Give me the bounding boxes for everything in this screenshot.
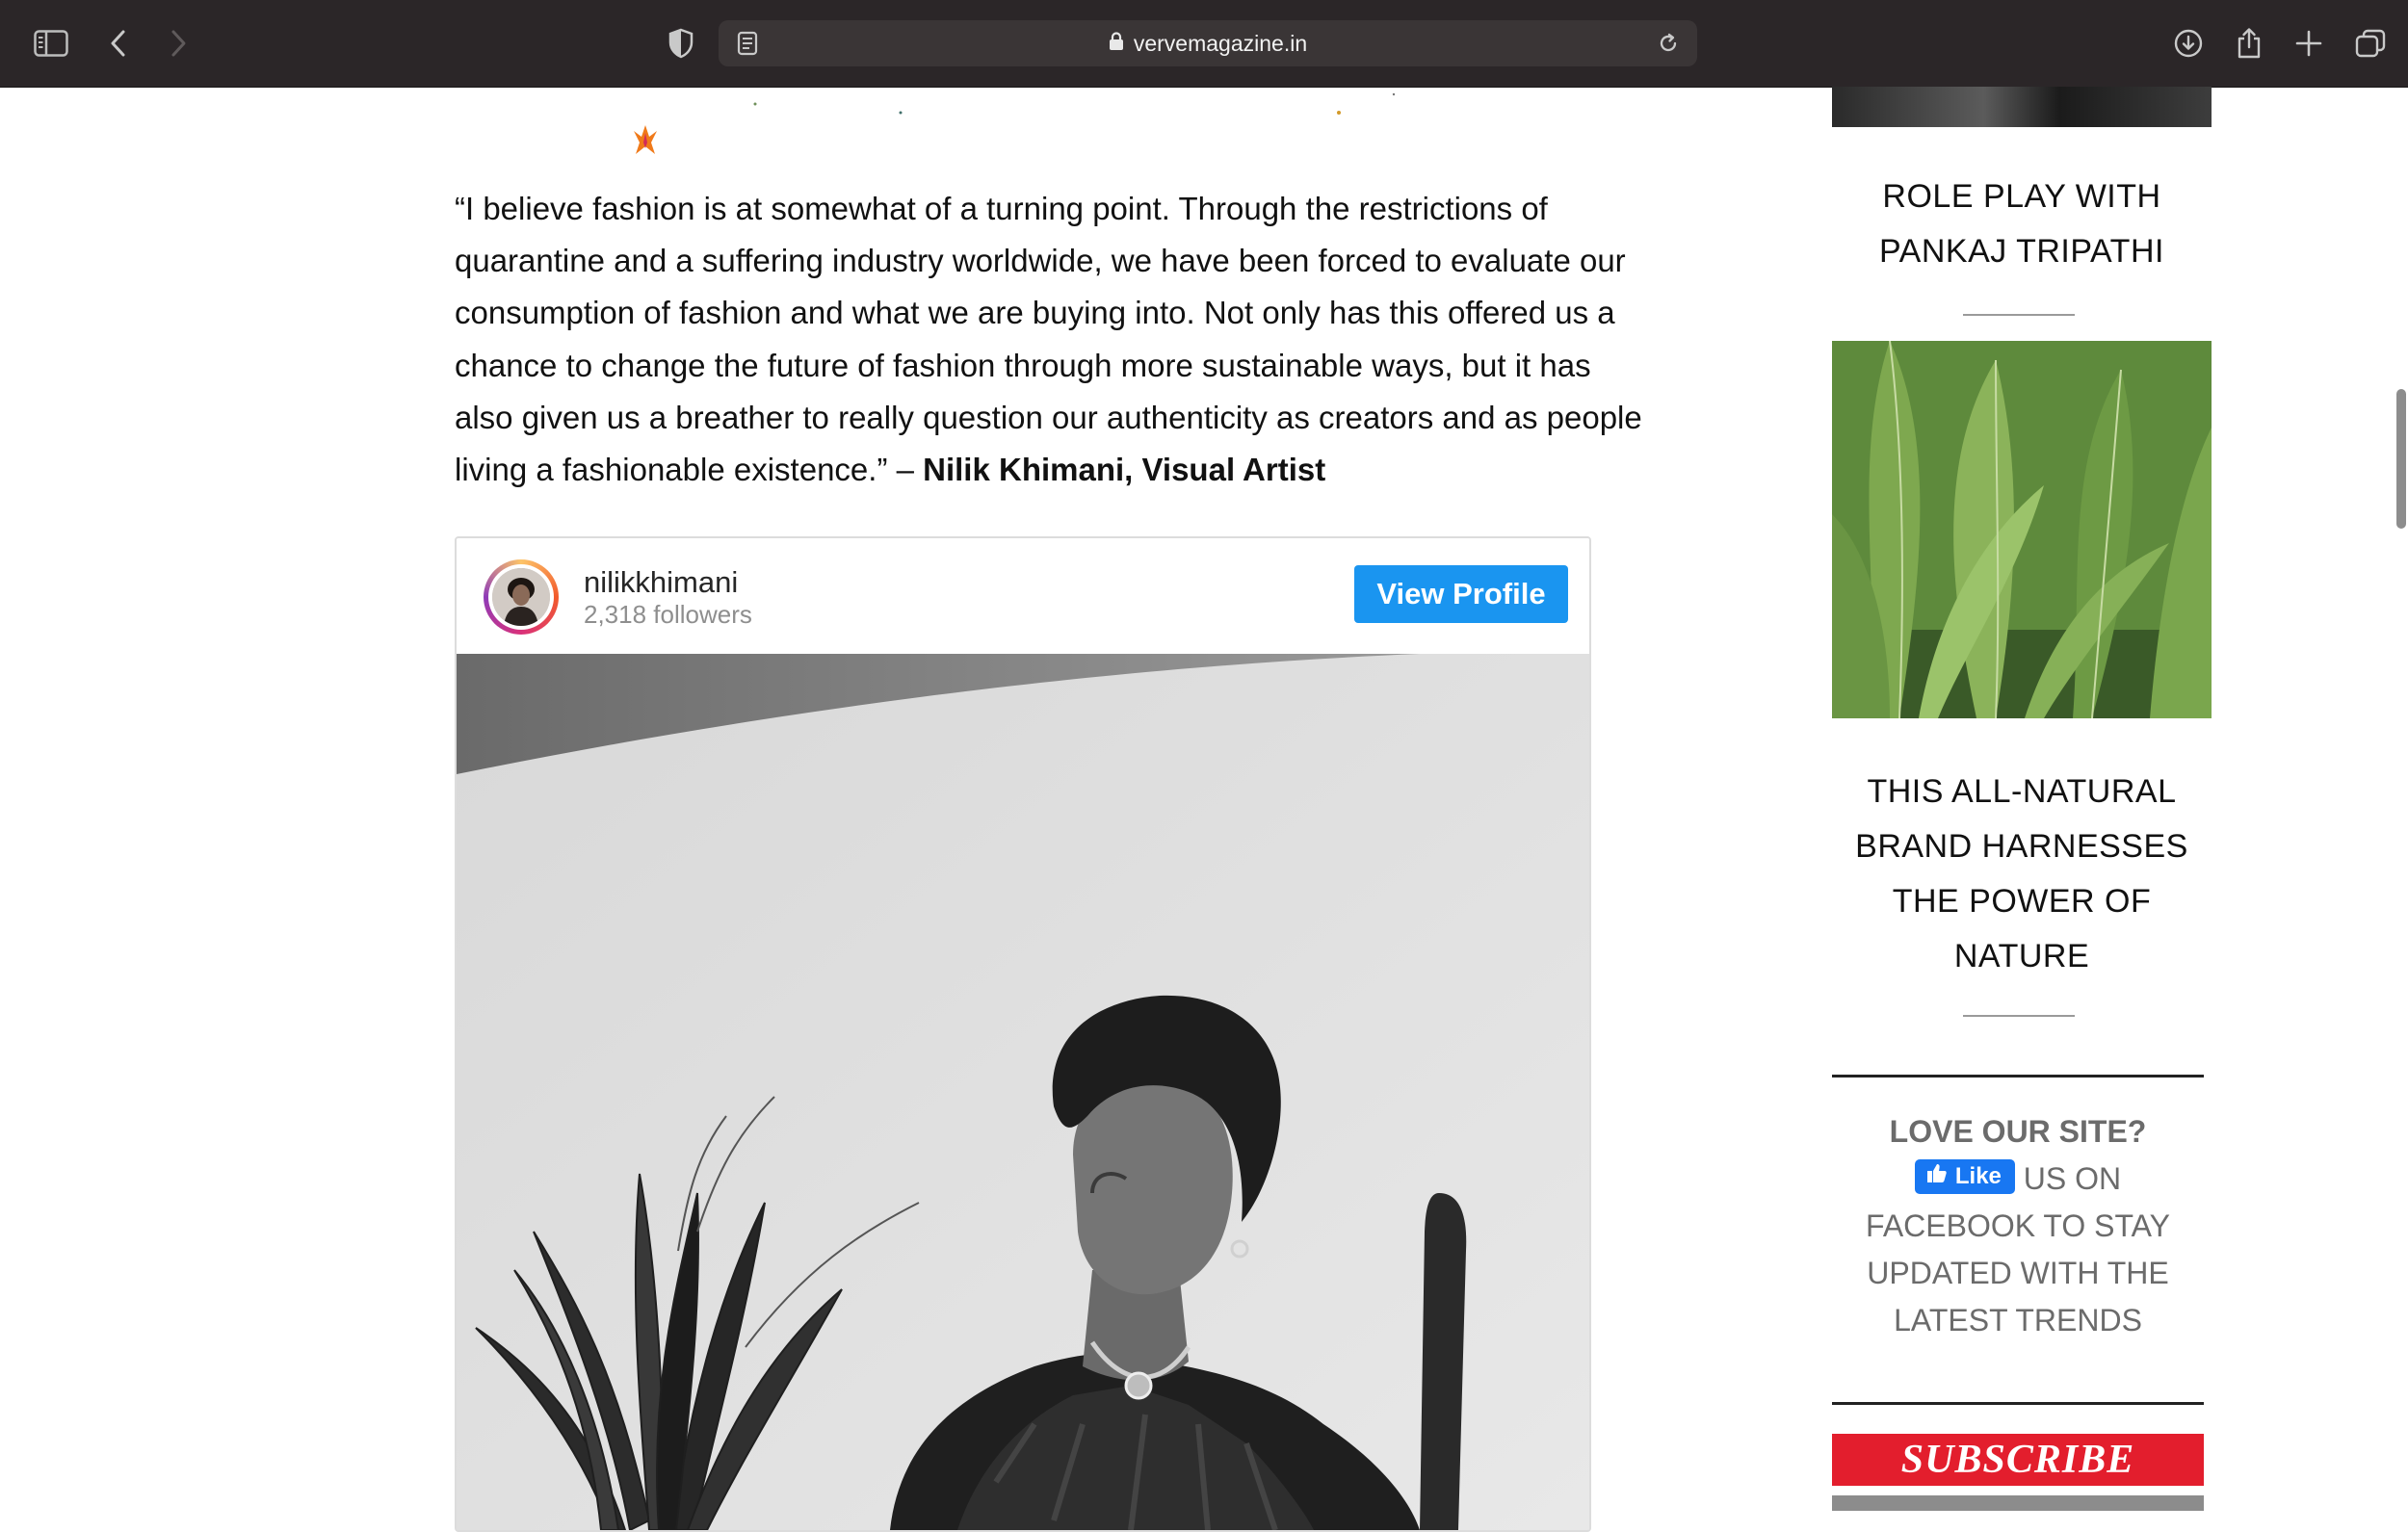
browser-toolbar: vervemagazine.in — [0, 0, 2408, 88]
avatar[interactable] — [484, 559, 559, 635]
reload-icon[interactable] — [1653, 28, 1684, 59]
sidebar-separator — [1832, 1075, 2204, 1078]
love-text: Like US ON FACEBOOK TO STAY UPDATED WITH… — [1832, 1155, 2204, 1344]
embed-followers: 2,318 followers — [584, 600, 752, 629]
sidebar-divider — [1963, 1015, 2075, 1017]
lock-icon — [1109, 31, 1124, 57]
sidebar-toggle-icon[interactable] — [31, 23, 71, 64]
facebook-like-button[interactable]: Like — [1914, 1158, 2015, 1194]
embed-post-photo[interactable] — [457, 654, 1589, 1530]
sidebar-separator — [1832, 1402, 2204, 1405]
share-icon[interactable] — [2229, 23, 2269, 64]
small-flower-icon — [634, 125, 657, 154]
quote-text: “I believe fashion is at somewhat of a t… — [455, 191, 1642, 488]
article-image-edge — [634, 92, 1396, 154]
sidebar-story-title-1[interactable]: ROLE PLAY WITH PANKAJ TRIPATHI — [1832, 169, 2212, 279]
address-text[interactable]: vervemagazine.in — [719, 20, 1697, 66]
sidebar-story-title-2[interactable]: THIS ALL-NATURAL BRAND HARNESSES THE POW… — [1832, 765, 2212, 984]
view-profile-button[interactable]: View Profile — [1354, 565, 1568, 623]
like-label[interactable]: Like — [1955, 1153, 2002, 1200]
instagram-embed: nilikkhimani 2,318 followers View Profil… — [455, 536, 1591, 1532]
love-our-site-widget: LOVE OUR SITE? Like US ON FACEBOOK TO ST… — [1832, 1107, 2204, 1344]
url-text[interactable]: vervemagazine.in — [1134, 31, 1307, 57]
sidebar-bottom-image[interactable] — [1832, 1495, 2204, 1511]
back-icon[interactable] — [98, 23, 139, 64]
sidebar-story-image-2[interactable] — [1832, 341, 2212, 718]
new-tab-icon[interactable] — [2289, 23, 2329, 64]
sidebar-story-thumbnail-top[interactable] — [1832, 87, 2212, 127]
thumbs-up-icon — [1926, 1153, 1948, 1200]
tab-overview-icon[interactable] — [2350, 23, 2391, 64]
address-bar[interactable]: vervemagazine.in — [719, 20, 1697, 66]
love-text-1: US ON — [2023, 1161, 2122, 1196]
sidebar-divider — [1963, 314, 2075, 316]
page-scrollbar[interactable] — [2396, 389, 2406, 529]
subscribe-banner[interactable]: SUBSCRIBE — [1832, 1434, 2204, 1486]
quote-paragraph: “I believe fashion is at somewhat of a t… — [455, 183, 1649, 496]
embed-header: nilikkhimani 2,318 followers View Profil… — [457, 538, 1589, 654]
download-icon[interactable] — [2168, 23, 2209, 64]
love-text-2: FACEBOOK TO STAY UPDATED WITH THE LATEST… — [1866, 1208, 2170, 1337]
embed-username[interactable]: nilikkhimani — [584, 565, 738, 600]
quote-attribution: Nilik Khimani, Visual Artist — [923, 452, 1326, 488]
love-title: LOVE OUR SITE? — [1889, 1114, 2147, 1149]
forward-icon[interactable] — [158, 23, 198, 64]
privacy-shield-icon[interactable] — [661, 23, 701, 64]
